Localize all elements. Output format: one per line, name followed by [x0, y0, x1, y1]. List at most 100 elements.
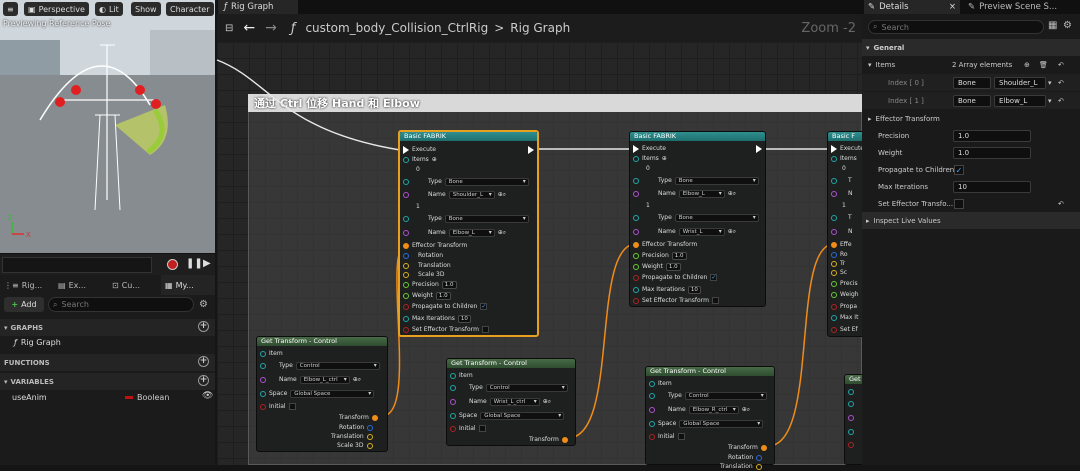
browse-icon[interactable]: ⊕⌕ — [742, 406, 750, 414]
browse-icon[interactable]: ⊕⌕ — [728, 190, 736, 198]
items-pin[interactable]: Items — [831, 154, 857, 163]
weight-pin[interactable]: Weight 1.0 — [633, 262, 681, 271]
space-row[interactable]: Space Global Space — [260, 389, 375, 398]
precision-pin[interactable]: Precision 1.0 — [403, 280, 457, 289]
set-effector-pin[interactable]: Set Ef — [831, 325, 858, 334]
tab-preview-scene[interactable]: ✎ Preview Scene S... — [964, 0, 1080, 14]
precision-field[interactable]: 1.0 — [441, 280, 457, 289]
add-element-icon[interactable]: ⊕ — [432, 156, 437, 163]
name-1-row[interactable]: N — [831, 227, 853, 236]
exec-out-pin-icon[interactable] — [756, 145, 762, 153]
type-1-dropdown[interactable]: Bone — [674, 213, 759, 222]
browse-icon[interactable]: ⊕⌕ — [543, 398, 551, 406]
scale-pin[interactable]: Sc — [831, 268, 847, 277]
type-row[interactable]: Type Control — [649, 391, 767, 400]
name-1-row[interactable]: NameElbow_L⊕⌕ — [403, 228, 506, 237]
name-row[interactable]: NameWrist_L_ctrl⊕⌕ — [450, 397, 551, 406]
rotation-out-pin[interactable]: Rotation — [339, 423, 374, 432]
name-row[interactable]: NameElbow_R_ctrl⊕⌕ — [649, 405, 750, 414]
collapse-arrow-icon[interactable]: ▾ — [868, 61, 872, 69]
type-1-row[interactable]: T — [831, 213, 852, 222]
type-0-row[interactable]: T — [831, 176, 852, 185]
rotation-out-pin[interactable]: Rotation — [728, 453, 763, 462]
space-dropdown[interactable]: Global Space — [290, 389, 375, 398]
type-row[interactable]: Type Control — [450, 383, 568, 392]
weight-field[interactable]: 1.0 — [665, 262, 681, 271]
propagate-pin[interactable]: Propagate to Children ✓ — [633, 273, 718, 282]
precision-pin[interactable]: Precision 1.0 — [633, 251, 687, 260]
set-effector-pin[interactable]: Set Effector Transform — [403, 325, 489, 334]
name-0-dropdown[interactable]: Shoulder_L — [448, 190, 495, 199]
name-1-dropdown[interactable]: Wrist_L — [678, 227, 725, 236]
reset-arrow-icon[interactable]: ↶ — [1058, 61, 1064, 69]
pin-row[interactable] — [848, 427, 854, 436]
transform-out-pin[interactable]: Transform — [339, 413, 378, 422]
dropdown-icon[interactable]: ▾ — [1048, 97, 1052, 105]
browse-icon[interactable]: ⊕⌕ — [498, 191, 506, 199]
effector-transform-pin[interactable]: Effe — [831, 240, 852, 249]
precision-field[interactable]: 1.0 — [953, 129, 1031, 142]
space-row[interactable]: Space Global Space — [649, 419, 764, 428]
get-transform-node-1[interactable]: Get Transform - Control Item Type Control… — [256, 336, 388, 452]
settings-gear-icon[interactable]: ⚙ — [1063, 20, 1072, 31]
max-iterations-pin[interactable]: Max Iterations 10 — [633, 285, 701, 294]
fabrik-node-2[interactable]: Basic FABRIK Execute Items⊕ 0 TypeBone N… — [629, 131, 766, 307]
pin-row[interactable] — [848, 399, 854, 408]
index-1-name-dropdown[interactable]: Elbow_L — [994, 94, 1046, 107]
browse-icon[interactable]: ⊕⌕ — [728, 228, 736, 236]
precision-pin[interactable]: Precis — [831, 279, 858, 288]
translation-out-pin[interactable]: Translation — [331, 432, 373, 441]
name-dropdown[interactable]: Wrist_L_ctrl — [489, 397, 540, 406]
propagate-pin[interactable]: Propa — [831, 302, 857, 311]
close-icon[interactable]: × — [949, 2, 956, 12]
item-pin[interactable]: Item — [260, 349, 283, 358]
reset-arrow-icon[interactable]: ↶ — [1058, 200, 1064, 208]
name-0-dropdown[interactable]: Elbow_L — [678, 189, 725, 198]
initial-checkbox[interactable] — [288, 403, 296, 410]
initial-row[interactable]: Initial — [450, 424, 486, 433]
transform-out-pin[interactable]: Transform — [529, 435, 568, 444]
effector-transform-pin[interactable]: Effector Transform — [633, 240, 697, 249]
translation-pin[interactable]: Tr — [831, 259, 845, 268]
execute-pin[interactable]: Execute — [403, 145, 436, 154]
space-row[interactable]: Space Global Space — [450, 411, 565, 420]
item-pin[interactable]: Item — [649, 379, 672, 388]
name-0-row[interactable]: N — [831, 189, 853, 198]
type-0-dropdown[interactable]: Bone — [674, 176, 759, 185]
translation-pin[interactable]: Translation — [403, 261, 451, 270]
rotation-pin[interactable]: Rotation — [403, 251, 443, 260]
initial-checkbox[interactable] — [478, 425, 486, 432]
name-0-row[interactable]: NameElbow_L⊕⌕ — [633, 189, 736, 198]
set-effector-checkbox[interactable] — [954, 198, 964, 209]
set-effector-checkbox[interactable] — [481, 326, 489, 333]
reset-arrow-icon[interactable]: ↶ — [1058, 97, 1064, 105]
rotation-pin[interactable]: Ro — [831, 250, 848, 259]
max-iterations-field[interactable]: 10 — [687, 285, 701, 294]
set-effector-pin[interactable]: Set Effector Transform — [633, 296, 719, 305]
effector-transform-row[interactable]: ▸ Effector Transform — [862, 110, 1080, 127]
execute-pin[interactable]: Execute — [831, 144, 864, 153]
name-row[interactable]: NameElbow_L_ctrl⊕⌕ — [260, 375, 361, 384]
pin-row[interactable] — [848, 387, 854, 396]
initial-checkbox[interactable] — [677, 433, 685, 440]
scale-out-pin[interactable]: Scale 3D — [337, 441, 373, 450]
type-1-dropdown[interactable]: Bone — [444, 214, 529, 223]
weight-pin[interactable]: Weigh — [831, 290, 859, 299]
index-0-type-dropdown[interactable]: Bone — [953, 76, 991, 89]
space-dropdown[interactable]: Global Space — [679, 419, 764, 428]
add-element-icon[interactable]: ⊕ — [662, 155, 667, 162]
tab-details[interactable]: ✎ Details × — [864, 0, 960, 14]
table-view-icon[interactable]: ▦ — [1048, 20, 1057, 31]
type-1-row[interactable]: Type Bone — [633, 213, 759, 222]
max-iterations-pin[interactable]: Max It — [831, 313, 858, 322]
execute-pin[interactable]: Execute — [633, 144, 666, 153]
type-0-row[interactable]: Type Bone — [403, 177, 529, 186]
name-dropdown[interactable]: Elbow_R_ctrl — [688, 405, 739, 414]
index-0-name-dropdown[interactable]: Shoulder_L — [994, 76, 1046, 89]
reset-arrow-icon[interactable]: ↶ — [1058, 79, 1064, 87]
name-0-row[interactable]: NameShoulder_L⊕⌕ — [403, 190, 506, 199]
dropdown-icon[interactable]: ▾ — [1048, 79, 1052, 87]
type-0-row[interactable]: Type Bone — [633, 176, 759, 185]
scale-pin[interactable]: Scale 3D — [403, 270, 445, 279]
fabrik-node-1[interactable]: Basic FABRIK Execute Items⊕ 0 TypeBone N… — [398, 130, 539, 337]
